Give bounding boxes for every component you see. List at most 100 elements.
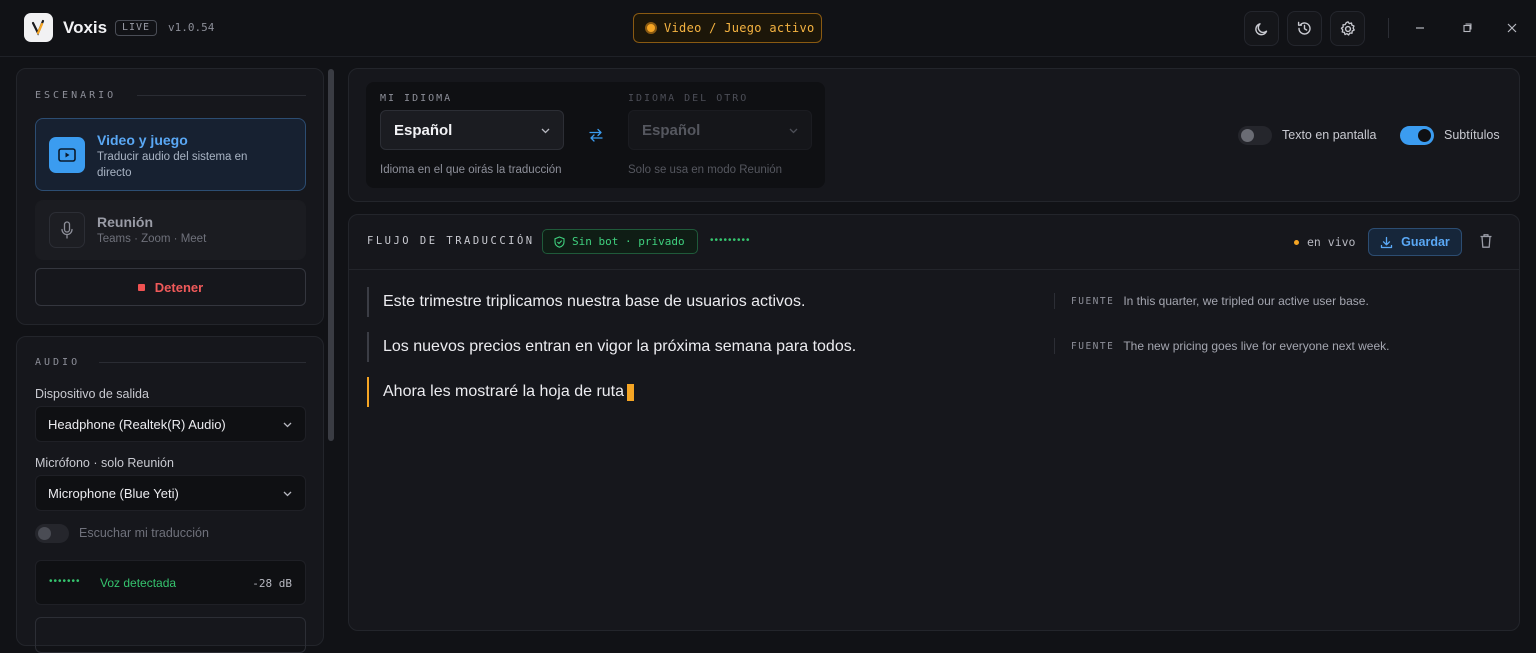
my-language-hint: Idioma en el que oirás la traducción <box>380 164 562 176</box>
live-badge: LIVE <box>115 20 158 36</box>
my-language-value: Español <box>394 121 453 139</box>
app-name: Voxis <box>63 18 108 37</box>
status-dot-icon <box>645 22 657 34</box>
translation-line-live: Ahora les mostraré la hoja de ruta <box>367 377 635 407</box>
chevron-down-icon <box>283 491 292 497</box>
screen-text-toggle[interactable] <box>1238 126 1272 145</box>
microphone-icon <box>49 212 85 248</box>
history-button[interactable] <box>1287 11 1322 46</box>
subtitles-toggle[interactable] <box>1400 126 1434 145</box>
source-text-row: FUENTE The new pricing goes live for eve… <box>1054 338 1389 354</box>
scenario-option-title: Video y juego <box>97 132 188 148</box>
mode-label: Video / Juego activo <box>664 21 815 35</box>
subtitles-label: Subtítulos <box>1444 128 1500 142</box>
other-language-hint: Solo se usa en modo Reunión <box>628 164 783 176</box>
chevron-down-icon <box>789 128 798 134</box>
flow-title: FLUJO DE TRADUCCIÓN <box>367 235 535 247</box>
history-icon <box>1297 21 1311 35</box>
microphone-select[interactable]: Microphone (Blue Yeti) <box>35 475 306 511</box>
stop-icon <box>137 283 145 291</box>
voice-activity-meter: ••••••• Voz detectada -28 dB <box>35 560 306 605</box>
app-version: v1.0.54 <box>168 21 215 34</box>
listen-translation-toggle[interactable] <box>35 524 69 543</box>
screen-text-label: Texto en pantalla <box>1282 128 1377 142</box>
language-panel: MI IDIOMA Español Idioma en el que oirás… <box>348 68 1520 202</box>
moon-icon <box>1254 22 1267 35</box>
section-divider <box>99 362 306 363</box>
translation-flow-panel: FLUJO DE TRADUCCIÓN Sin bot · privado ••… <box>348 214 1520 631</box>
scenario-title: ESCENARIO <box>35 90 117 101</box>
save-label: Guardar <box>1401 235 1450 249</box>
minimize-icon <box>1416 27 1424 29</box>
download-icon <box>1381 236 1393 248</box>
stop-button[interactable]: Detener <box>35 268 306 306</box>
scenario-option-meeting[interactable]: Reunión Teams · Zoom · Meet <box>35 200 306 260</box>
shield-check-icon <box>554 235 565 248</box>
scenario-option-subtitle: Teams · Zoom · Meet <box>97 233 207 245</box>
gear-icon <box>1340 20 1355 36</box>
section-divider <box>137 95 306 96</box>
monitor-icon <box>49 137 85 173</box>
scenario-option-video[interactable]: Video y juego Traducir audio del sistema… <box>35 118 306 191</box>
flow-activity-dots: ••••••••• <box>710 235 751 246</box>
audio-panel: AUDIO Dispositivo de salida Headphone (R… <box>16 336 324 653</box>
scenario-option-subtitle-2: directo <box>97 167 132 179</box>
restore-icon <box>1463 23 1472 33</box>
minimize-button[interactable] <box>1409 17 1431 39</box>
output-device-select[interactable]: Headphone (Realtek(R) Audio) <box>35 406 306 442</box>
level-dots: ••••••• <box>49 576 81 587</box>
swap-languages-button[interactable] <box>588 127 604 143</box>
other-language-label: IDIOMA DEL OTRO <box>628 93 749 104</box>
voice-status: Voz detectada <box>100 576 177 590</box>
chevron-down-icon <box>283 422 292 428</box>
scenario-panel: ESCENARIO Video y juego Traducir audio d… <box>16 68 324 325</box>
app-logo <box>24 13 53 42</box>
listen-translation-label: Escuchar mi traducción <box>79 526 209 540</box>
scenario-option-subtitle: Traducir audio del sistema en <box>97 151 248 163</box>
stop-label: Detener <box>154 279 204 295</box>
toggle-knob <box>1418 129 1431 142</box>
mode-indicator[interactable]: Video / Juego activo <box>633 13 822 43</box>
private-badge: Sin bot · privado <box>542 229 698 254</box>
save-button[interactable]: Guardar <box>1368 228 1462 256</box>
settings-button[interactable] <box>1330 11 1365 46</box>
translation-line: Este trimestre triplicamos nuestra base … <box>367 287 805 317</box>
source-text: The new pricing goes live for everyone n… <box>1123 339 1390 353</box>
toggle-knob <box>1241 129 1254 142</box>
extra-action-button[interactable] <box>35 617 306 653</box>
audio-level: -28 dB <box>252 577 292 590</box>
microphone-label: Micrófono · solo Reunión <box>35 456 174 470</box>
audio-title: AUDIO <box>35 357 81 368</box>
theme-toggle-button[interactable] <box>1244 11 1279 46</box>
live-label: en vivo <box>1307 235 1356 249</box>
output-device-label: Dispositivo de salida <box>35 387 149 401</box>
sidebar-scrollbar[interactable] <box>328 69 334 441</box>
typing-cursor <box>627 383 635 401</box>
other-language-select[interactable]: Español <box>628 110 812 150</box>
translation-text: Los nuevos precios entran en vigor la pr… <box>383 338 857 355</box>
my-language-label: MI IDIOMA <box>380 93 453 104</box>
output-device-value: Headphone (Realtek(R) Audio) <box>48 416 226 432</box>
title-bar: Voxis LIVE v1.0.54 Video / Juego activo <box>0 0 1536 57</box>
translation-line: Los nuevos precios entran en vigor la pr… <box>367 332 856 362</box>
flow-divider <box>349 269 1519 270</box>
titlebar-separator <box>1388 18 1389 38</box>
source-label: FUENTE <box>1071 295 1115 307</box>
source-text-row: FUENTE In this quarter, we tripled our a… <box>1054 293 1369 309</box>
source-text: In this quarter, we tripled our active u… <box>1123 294 1369 308</box>
microphone-value: Microphone (Blue Yeti) <box>48 485 179 501</box>
source-label: FUENTE <box>1071 340 1115 352</box>
translation-text: Ahora les mostraré la hoja de ruta <box>383 383 625 400</box>
delete-button[interactable] <box>1479 233 1493 249</box>
my-language-select[interactable]: Español <box>380 110 564 150</box>
translation-text: Este trimestre triplicamos nuestra base … <box>383 293 806 310</box>
language-selector-box: MI IDIOMA Español Idioma en el que oirás… <box>366 82 825 188</box>
private-badge-label: Sin bot · privado <box>572 235 685 248</box>
other-language-value: Español <box>642 121 701 139</box>
swap-icon <box>589 128 603 142</box>
toggle-knob <box>38 527 51 540</box>
close-button[interactable] <box>1501 17 1523 39</box>
live-dot-icon <box>1294 240 1299 245</box>
maximize-button[interactable] <box>1456 17 1478 39</box>
chevron-down-icon <box>541 128 550 134</box>
